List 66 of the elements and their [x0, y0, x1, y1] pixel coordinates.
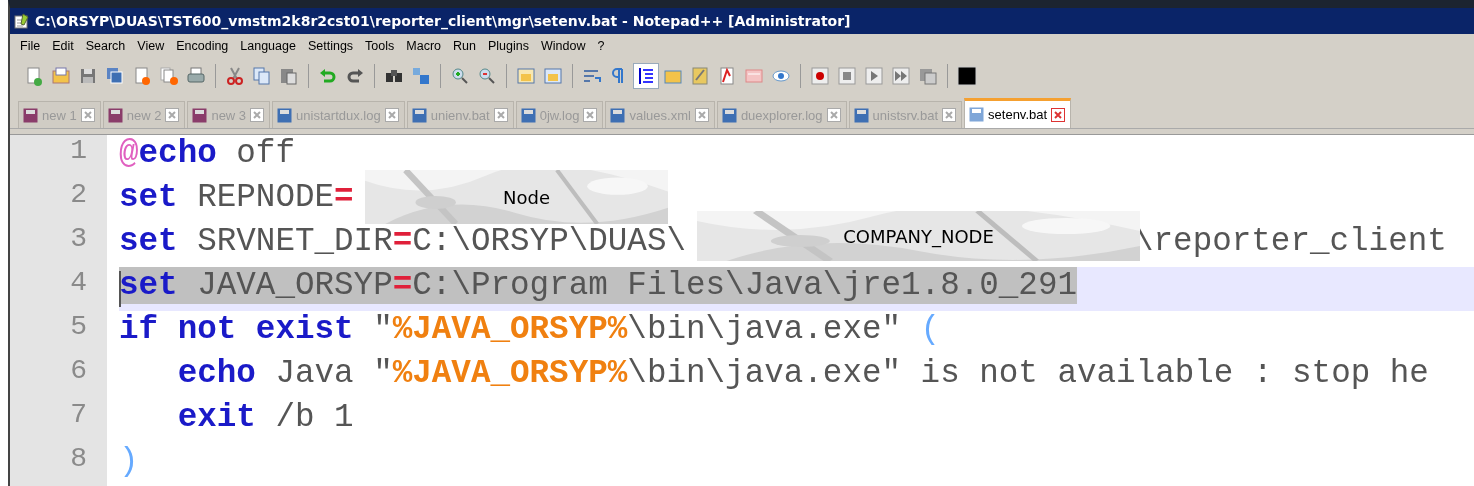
close-icon[interactable]	[80, 108, 95, 122]
redaction-label: COMPANY_NODE	[843, 225, 994, 247]
play-icon[interactable]	[864, 66, 884, 86]
folder-icon[interactable]	[51, 66, 71, 86]
close-icon[interactable]	[1051, 107, 1066, 122]
paste-icon[interactable]	[279, 66, 299, 86]
line-number: 7	[69, 399, 88, 432]
redo-arrow-icon[interactable]	[345, 66, 365, 86]
line-number: 8	[69, 443, 88, 476]
close-file-icon[interactable]	[132, 66, 152, 86]
menu-item[interactable]: Plugins	[481, 39, 535, 53]
code-line: if not exist "%JAVA_ORSYP%\bin\java.exe" (	[119, 311, 941, 348]
code-line: set REPNODE=	[119, 179, 354, 216]
code-line: @echo off	[119, 135, 295, 172]
scissors-icon[interactable]	[225, 66, 245, 86]
menu-item[interactable]: Settings	[301, 39, 360, 53]
menu-item[interactable]: Tools	[359, 39, 401, 53]
code-line: )	[119, 443, 139, 480]
menu-item[interactable]: Encoding	[170, 39, 235, 53]
menu-item[interactable]: Macro	[400, 39, 448, 53]
line-number: 3	[69, 223, 88, 256]
code-line: \reporter_client	[1134, 223, 1447, 260]
code-line: echo Java "%JAVA_ORSYP%\bin\java.exe" is not available : stop he	[176, 355, 1429, 392]
menu-item[interactable]: Search	[79, 39, 132, 53]
menu-item[interactable]: Language	[234, 39, 302, 53]
close-icon[interactable]	[694, 108, 709, 122]
line-number: 5	[69, 311, 88, 344]
notepad-icon	[14, 13, 30, 29]
menu-item[interactable]: File	[14, 39, 47, 53]
stop-icon[interactable]	[837, 66, 857, 86]
code-line: set SRVNET_DIR=C:\ORSYP\DUAS\	[119, 223, 686, 260]
line-number: 4	[69, 267, 88, 300]
close-icon[interactable]	[165, 108, 180, 122]
file-tab[interactable]: setenv.bat	[964, 98, 1072, 128]
save-macro-icon[interactable]	[918, 66, 938, 86]
close-files-icon[interactable]	[159, 66, 179, 86]
menu-item[interactable]: ?	[591, 39, 611, 53]
close-icon[interactable]	[384, 108, 399, 122]
menu-item[interactable]: View	[131, 39, 171, 53]
redaction-label: Node	[503, 186, 550, 208]
color-swatch-icon[interactable]	[957, 66, 977, 86]
close-icon[interactable]	[942, 108, 957, 122]
panel-icon[interactable]	[744, 66, 764, 86]
code-line: exit /b 1	[176, 399, 354, 436]
text-caret	[119, 271, 121, 307]
line-number: 6	[69, 355, 88, 388]
zoom-in-icon[interactable]	[450, 66, 470, 86]
new-file-icon[interactable]	[24, 66, 44, 86]
floppy-disks-icon[interactable]	[105, 66, 125, 86]
close-icon[interactable]	[493, 108, 508, 122]
undo-arrow-icon[interactable]	[318, 66, 338, 86]
copy-icon[interactable]	[252, 66, 272, 86]
record-icon[interactable]	[810, 66, 830, 86]
close-icon[interactable]	[250, 108, 265, 122]
menu-item[interactable]: Run	[447, 39, 482, 53]
zoom-out-icon[interactable]	[477, 66, 497, 86]
indent-guide-icon[interactable]	[636, 66, 656, 86]
fast-forward-icon[interactable]	[891, 66, 911, 86]
close-icon[interactable]	[826, 108, 841, 122]
menu-item[interactable]: Window	[534, 39, 592, 53]
window-title: C:\ORSYP\DUAS\TST600_vmstm2k8r2cst01\reporter_client\mgr\setenv.bat - Notepad++ [Administrator]	[35, 13, 851, 29]
menu-item[interactable]: Edit	[46, 39, 80, 53]
close-icon[interactable]	[583, 108, 598, 122]
printer-icon[interactable]	[186, 66, 206, 86]
line-number: 2	[69, 179, 88, 212]
line-number: 1	[69, 135, 88, 168]
